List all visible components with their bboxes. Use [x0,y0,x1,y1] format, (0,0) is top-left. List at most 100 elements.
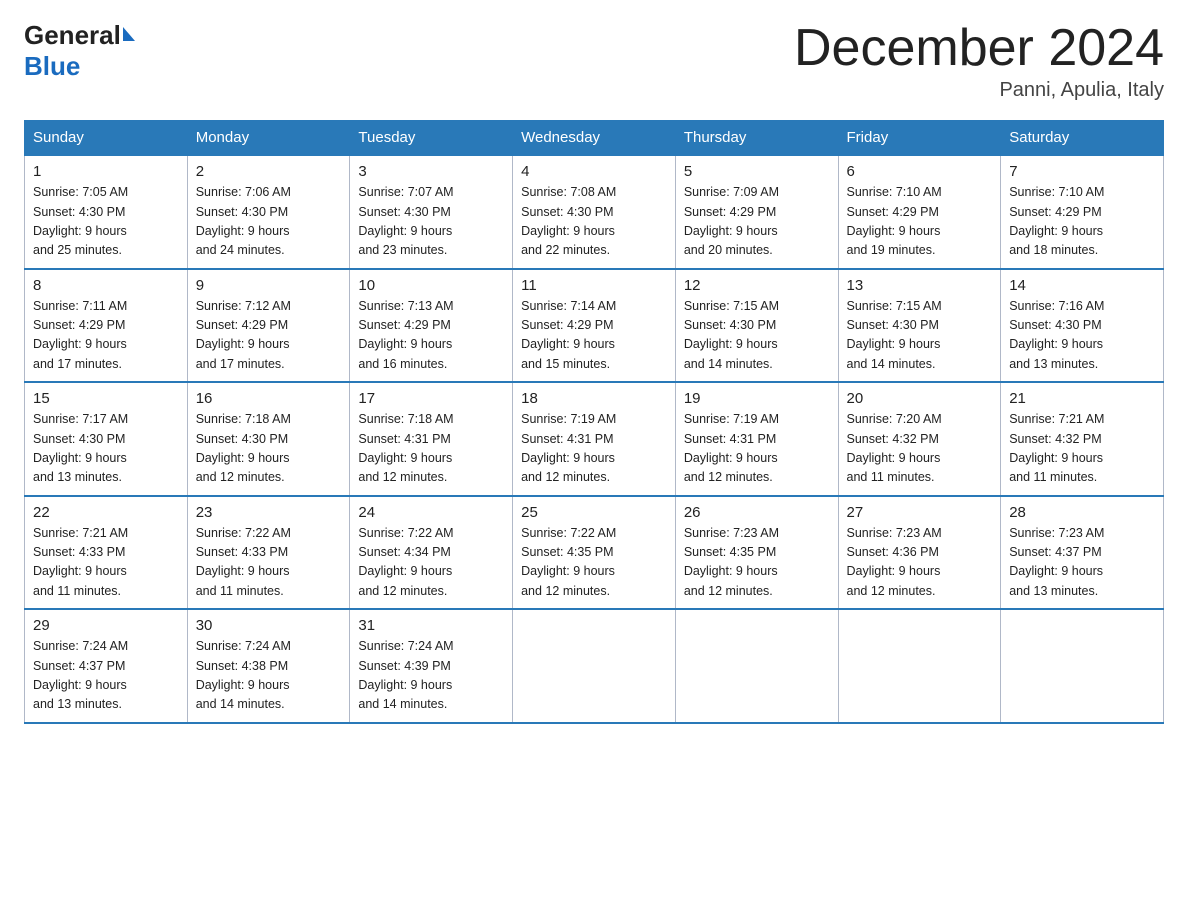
calendar-cell: 20 Sunrise: 7:20 AMSunset: 4:32 PMDayligh… [838,382,1001,496]
calendar-cell: 15Sunrise: 7:17 AMSunset: 4:30 PMDayligh… [25,382,188,496]
day-number: 20 [847,390,993,407]
day-info: Sunrise: 7:13 AMSunset: 4:29 PMDaylight:… [358,297,504,375]
calendar-cell: 1Sunrise: 7:05 AMSunset: 4:30 PMDaylight… [25,155,188,269]
calendar-cell: 17Sunrise: 7:18 AMSunset: 4:31 PMDayligh… [350,382,513,496]
title-block: December 2024 Panni, Apulia, Italy [794,20,1164,102]
calendar-cell: 4 Sunrise: 7:08 AMSunset: 4:30 PMDaylight… [513,155,676,269]
day-number: 18 [521,390,667,407]
day-info: Sunrise: 7:21 AMSunset: 4:33 PMDaylight:… [33,524,179,602]
logo-row2: Blue [24,51,80,82]
calendar-table: SundayMondayTuesdayWednesdayThursdayFrid… [24,120,1164,724]
day-info: Sunrise: 7:22 AMSunset: 4:33 PMDaylight:… [196,524,342,602]
calendar-header-friday: Friday [838,121,1001,156]
calendar-cell: 2 Sunrise: 7:06 AMSunset: 4:30 PMDaylight… [187,155,350,269]
day-number: 30 [196,617,342,634]
day-info: Sunrise: 7:24 AMSunset: 4:38 PMDaylight:… [196,637,342,715]
day-info: Sunrise: 7:06 AMSunset: 4:30 PMDaylight:… [196,183,342,261]
calendar-cell: 29Sunrise: 7:24 AMSunset: 4:37 PMDayligh… [25,609,188,723]
day-info: Sunrise: 7:19 AMSunset: 4:31 PMDaylight:… [684,410,830,488]
day-number: 2 [196,163,342,180]
day-info: Sunrise: 7:15 AMSunset: 4:30 PMDaylight:… [847,297,993,375]
day-number: 27 [847,504,993,521]
calendar-cell: 5Sunrise: 7:09 AMSunset: 4:29 PMDaylight… [675,155,838,269]
day-info: Sunrise: 7:07 AMSunset: 4:30 PMDaylight:… [358,183,504,261]
day-number: 6 [847,163,993,180]
calendar-cell: 27 Sunrise: 7:23 AMSunset: 4:36 PMDayligh… [838,496,1001,610]
logo-general-text: General [24,20,121,51]
day-info: Sunrise: 7:10 AMSunset: 4:29 PMDaylight:… [1009,183,1155,261]
calendar-header-monday: Monday [187,121,350,156]
calendar-header-tuesday: Tuesday [350,121,513,156]
calendar-cell [513,609,676,723]
day-info: Sunrise: 7:18 AMSunset: 4:30 PMDaylight:… [196,410,342,488]
day-info: Sunrise: 7:22 AMSunset: 4:35 PMDaylight:… [521,524,667,602]
day-number: 31 [358,617,504,634]
day-info: Sunrise: 7:24 AMSunset: 4:39 PMDaylight:… [358,637,504,715]
day-info: Sunrise: 7:22 AMSunset: 4:34 PMDaylight:… [358,524,504,602]
logo-triangle-icon [123,27,135,41]
day-number: 10 [358,277,504,294]
day-number: 21 [1009,390,1155,407]
day-info: Sunrise: 7:23 AMSunset: 4:37 PMDaylight:… [1009,524,1155,602]
calendar-header-thursday: Thursday [675,121,838,156]
logo-blue-text: Blue [24,51,80,82]
day-info: Sunrise: 7:08 AMSunset: 4:30 PMDaylight:… [521,183,667,261]
day-number: 17 [358,390,504,407]
calendar-cell: 31 Sunrise: 7:24 AMSunset: 4:39 PMDayligh… [350,609,513,723]
day-number: 25 [521,504,667,521]
day-number: 8 [33,277,179,294]
month-title: December 2024 [794,20,1164,77]
calendar-cell [675,609,838,723]
day-number: 3 [358,163,504,180]
logo-row1: General [24,20,135,51]
calendar-cell: 9Sunrise: 7:12 AMSunset: 4:29 PMDaylight… [187,269,350,383]
day-info: Sunrise: 7:14 AMSunset: 4:29 PMDaylight:… [521,297,667,375]
page: General Blue December 2024 Panni, Apulia… [0,0,1188,918]
day-number: 15 [33,390,179,407]
calendar-cell: 12Sunrise: 7:15 AMSunset: 4:30 PMDayligh… [675,269,838,383]
day-info: Sunrise: 7:23 AMSunset: 4:36 PMDaylight:… [847,524,993,602]
day-number: 22 [33,504,179,521]
day-number: 16 [196,390,342,407]
calendar-cell: 25 Sunrise: 7:22 AMSunset: 4:35 PMDayligh… [513,496,676,610]
day-number: 29 [33,617,179,634]
day-number: 12 [684,277,830,294]
day-info: Sunrise: 7:16 AMSunset: 4:30 PMDaylight:… [1009,297,1155,375]
calendar-week-2: 8Sunrise: 7:11 AMSunset: 4:29 PMDaylight… [25,269,1164,383]
day-info: Sunrise: 7:23 AMSunset: 4:35 PMDaylight:… [684,524,830,602]
calendar-cell: 14 Sunrise: 7:16 AMSunset: 4:30 PMDayligh… [1001,269,1164,383]
calendar-week-3: 15Sunrise: 7:17 AMSunset: 4:30 PMDayligh… [25,382,1164,496]
calendar-cell: 13 Sunrise: 7:15 AMSunset: 4:30 PMDayligh… [838,269,1001,383]
logo: General Blue [24,20,135,82]
calendar-cell: 30 Sunrise: 7:24 AMSunset: 4:38 PMDayligh… [187,609,350,723]
calendar-cell: 16 Sunrise: 7:18 AMSunset: 4:30 PMDayligh… [187,382,350,496]
day-info: Sunrise: 7:19 AMSunset: 4:31 PMDaylight:… [521,410,667,488]
calendar-header-wednesday: Wednesday [513,121,676,156]
day-number: 13 [847,277,993,294]
calendar-cell: 21 Sunrise: 7:21 AMSunset: 4:32 PMDayligh… [1001,382,1164,496]
day-info: Sunrise: 7:10 AMSunset: 4:29 PMDaylight:… [847,183,993,261]
calendar-header-sunday: Sunday [25,121,188,156]
calendar-cell: 23Sunrise: 7:22 AMSunset: 4:33 PMDayligh… [187,496,350,610]
day-number: 5 [684,163,830,180]
calendar-cell: 11 Sunrise: 7:14 AMSunset: 4:29 PMDayligh… [513,269,676,383]
day-number: 9 [196,277,342,294]
day-number: 11 [521,277,667,294]
calendar-week-1: 1Sunrise: 7:05 AMSunset: 4:30 PMDaylight… [25,155,1164,269]
day-info: Sunrise: 7:05 AMSunset: 4:30 PMDaylight:… [33,183,179,261]
day-info: Sunrise: 7:21 AMSunset: 4:32 PMDaylight:… [1009,410,1155,488]
calendar-cell: 19 Sunrise: 7:19 AMSunset: 4:31 PMDayligh… [675,382,838,496]
day-number: 14 [1009,277,1155,294]
calendar-week-4: 22 Sunrise: 7:21 AMSunset: 4:33 PMDayligh… [25,496,1164,610]
day-info: Sunrise: 7:20 AMSunset: 4:32 PMDaylight:… [847,410,993,488]
calendar-cell: 18 Sunrise: 7:19 AMSunset: 4:31 PMDayligh… [513,382,676,496]
calendar-cell: 10 Sunrise: 7:13 AMSunset: 4:29 PMDayligh… [350,269,513,383]
calendar-header-row: SundayMondayTuesdayWednesdayThursdayFrid… [25,121,1164,156]
calendar-cell: 7Sunrise: 7:10 AMSunset: 4:29 PMDaylight… [1001,155,1164,269]
calendar-cell: 26Sunrise: 7:23 AMSunset: 4:35 PMDayligh… [675,496,838,610]
calendar-cell: 28Sunrise: 7:23 AMSunset: 4:37 PMDayligh… [1001,496,1164,610]
day-number: 4 [521,163,667,180]
calendar-cell: 3 Sunrise: 7:07 AMSunset: 4:30 PMDaylight… [350,155,513,269]
calendar-cell: 8Sunrise: 7:11 AMSunset: 4:29 PMDaylight… [25,269,188,383]
day-number: 19 [684,390,830,407]
